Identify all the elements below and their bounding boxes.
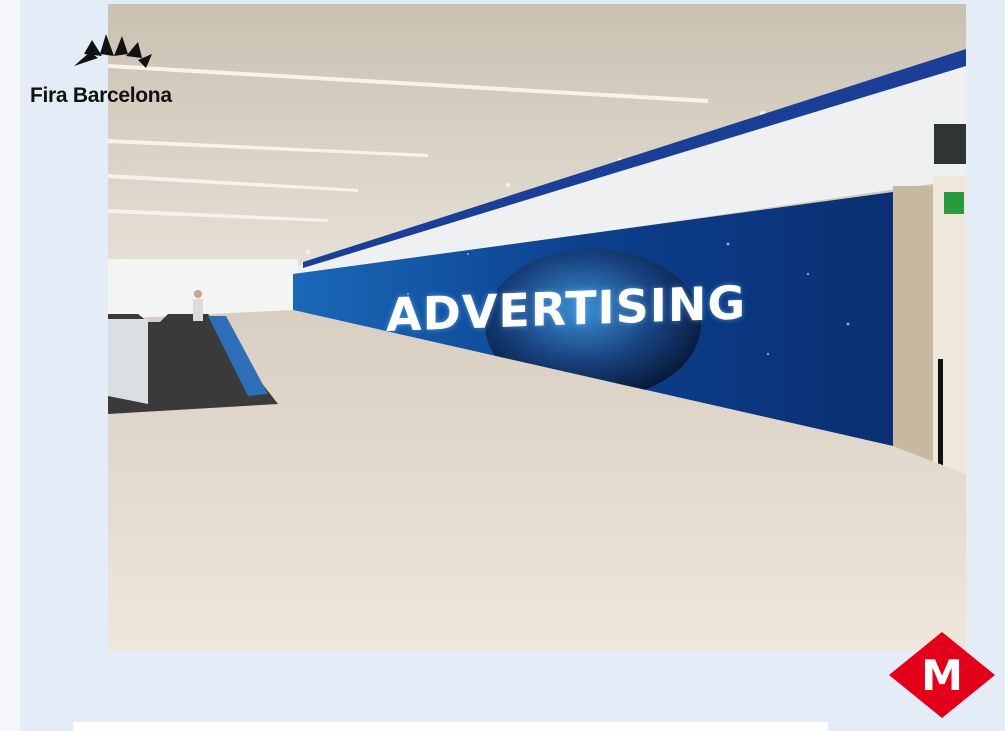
stanchion-post — [938, 359, 943, 479]
corridor-photo: ADVERTISING — [108, 4, 966, 650]
metro-letter: M — [921, 650, 963, 700]
pillar — [893, 186, 933, 464]
metro-logo: M — [887, 630, 997, 720]
walkway-rail-left — [108, 319, 148, 404]
fira-barcelona-logo: Fira Barcelona — [30, 32, 200, 112]
fira-barcelona-logo-icon — [74, 34, 152, 68]
brand-name: Fira Barcelona — [30, 84, 172, 107]
person-figure — [193, 299, 203, 321]
doorway — [933, 176, 966, 476]
sign-box — [934, 124, 966, 164]
exit-sign — [944, 192, 964, 214]
bottom-bar — [73, 722, 828, 731]
